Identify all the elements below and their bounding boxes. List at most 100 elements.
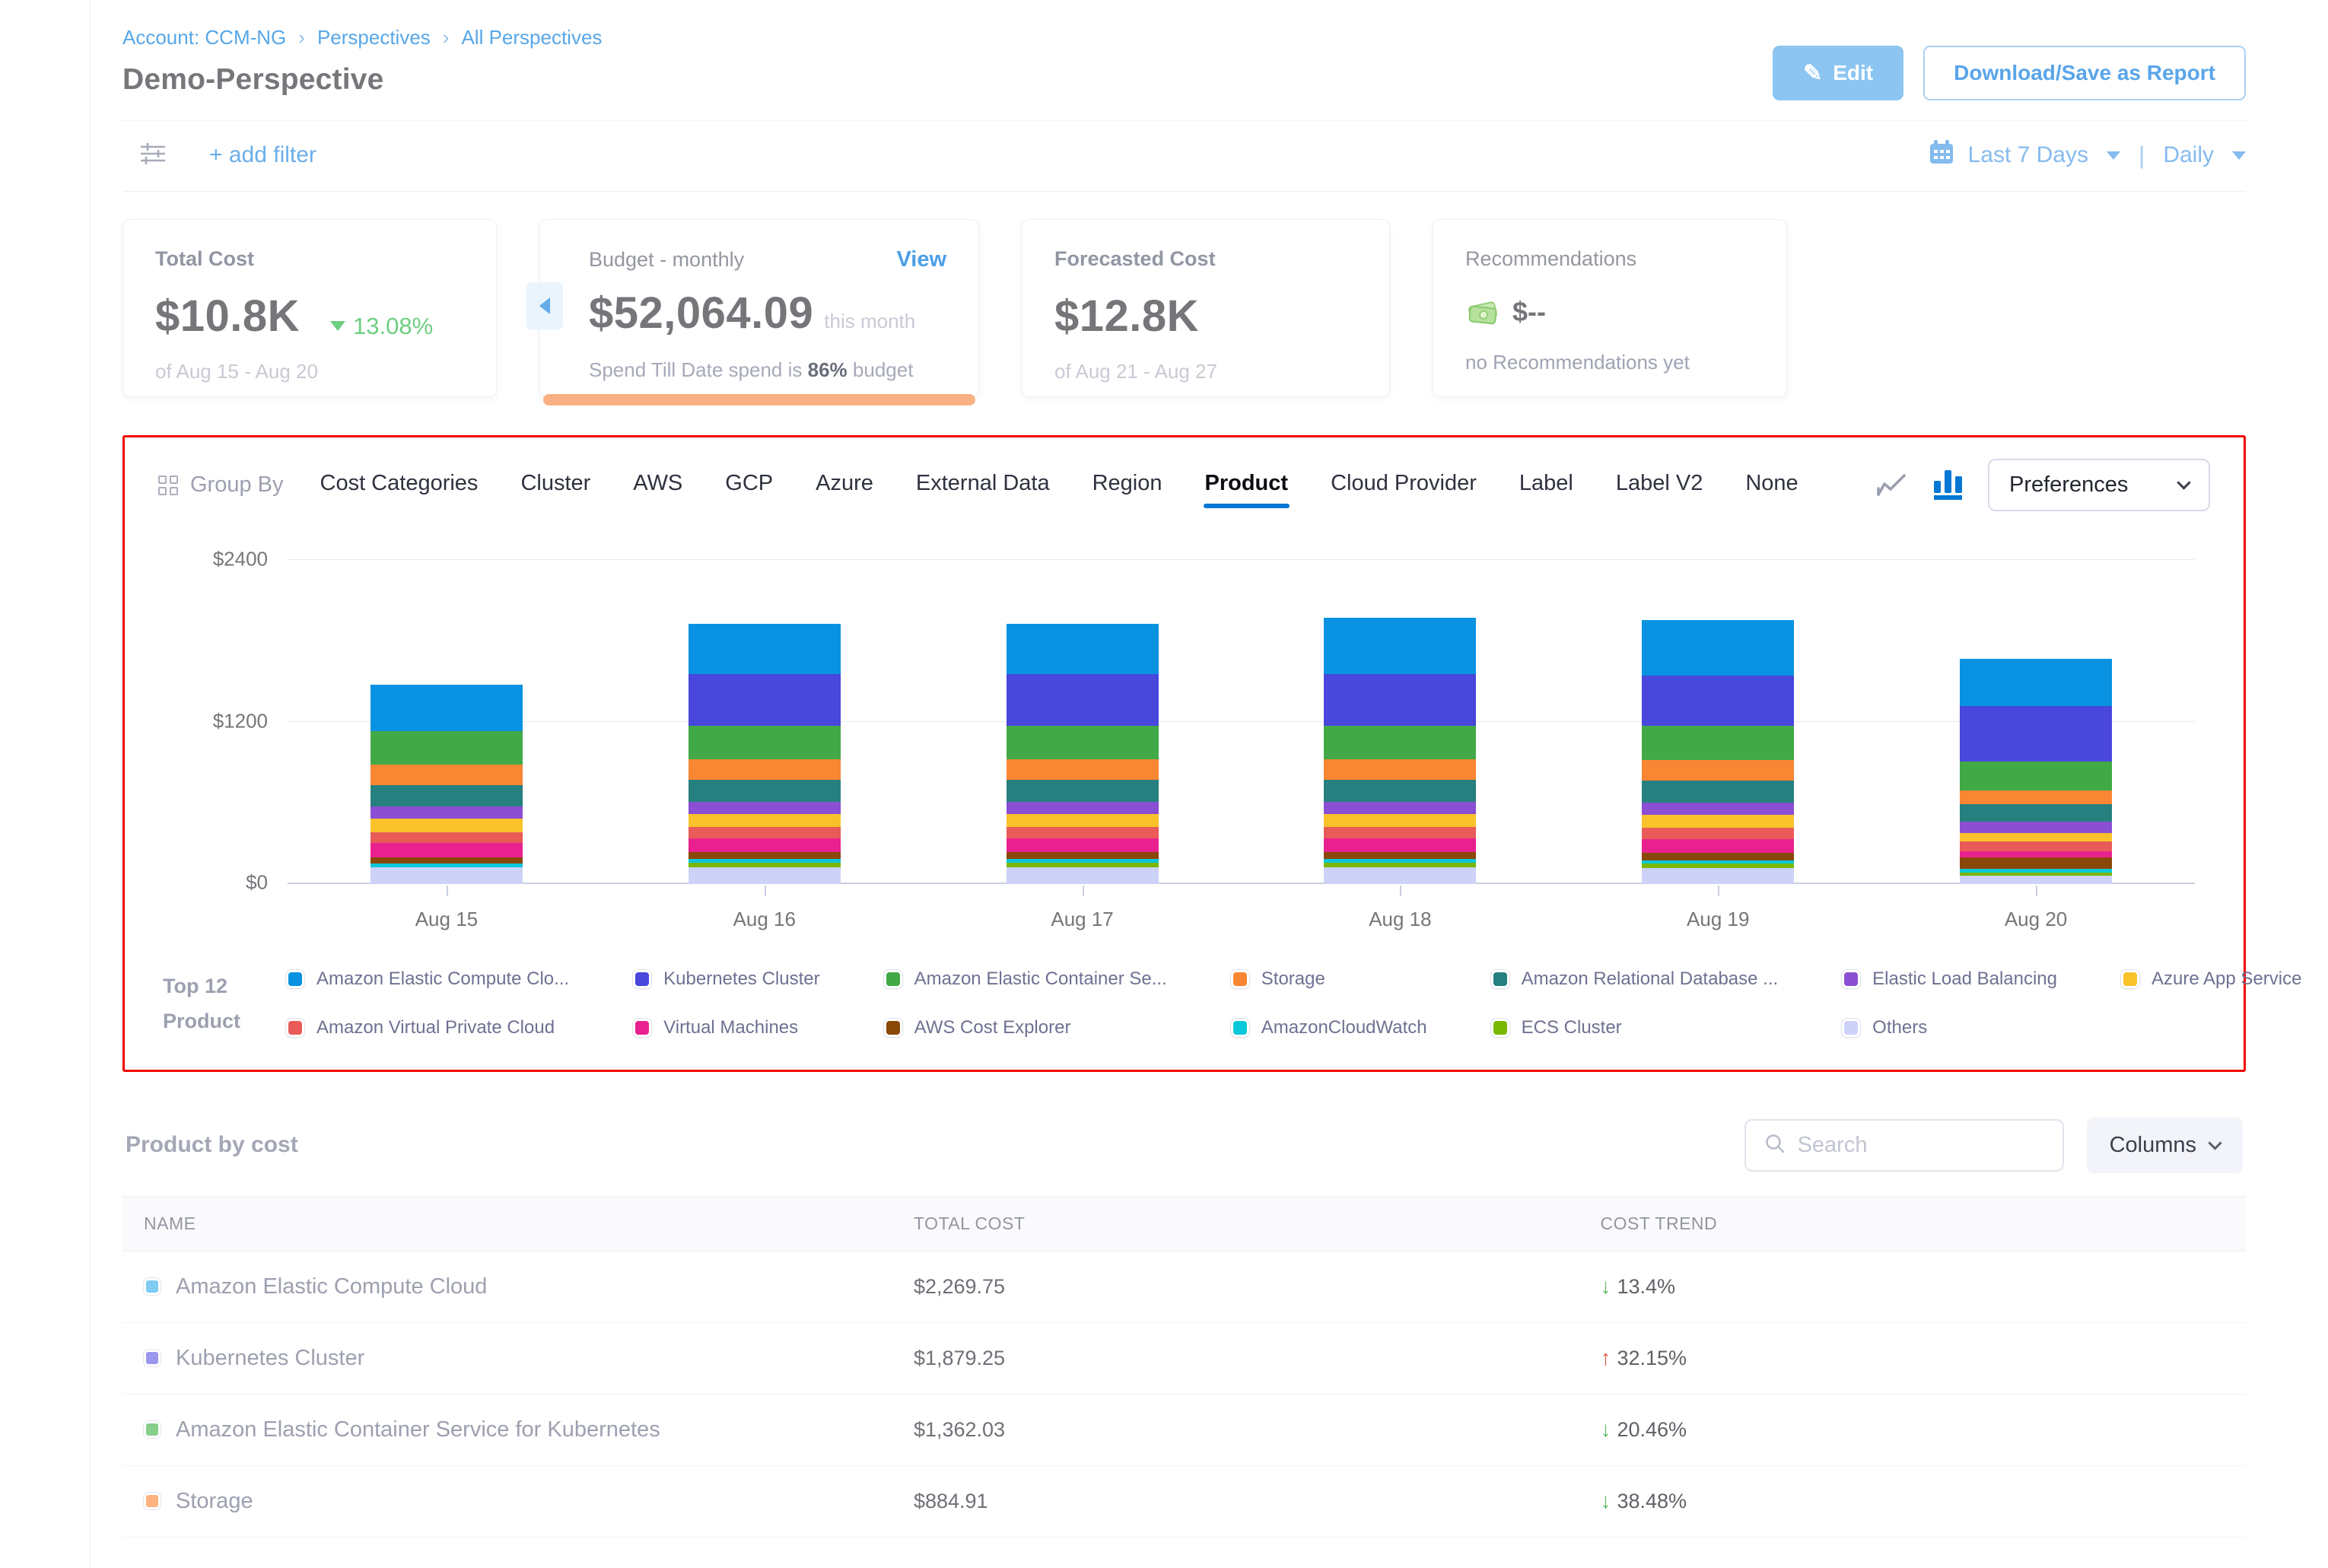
bar-segment[interactable] (689, 624, 841, 674)
stacked-bar-aug-17[interactable] (1007, 624, 1159, 884)
bar-segment[interactable] (689, 674, 841, 725)
bar-segment[interactable] (371, 867, 523, 884)
legend-item[interactable]: ECS Cluster (1491, 1017, 1779, 1038)
bar-segment[interactable] (1007, 802, 1159, 814)
bar-segment[interactable] (1642, 815, 1794, 829)
bar-segment[interactable] (689, 867, 841, 884)
bar-segment[interactable] (1324, 867, 1476, 884)
bar-segment[interactable] (371, 832, 523, 843)
columns-button[interactable]: Columns (2087, 1118, 2243, 1173)
legend-item[interactable]: Amazon Relational Database ... (1491, 968, 1779, 990)
group-by-tab-external-data[interactable]: External Data (914, 463, 1051, 507)
stacked-bar-aug-18[interactable] (1324, 618, 1476, 884)
legend-item[interactable]: Kubernetes Cluster (633, 968, 819, 990)
bar-segment[interactable] (371, 685, 523, 730)
breadcrumb-link[interactable]: Account: CCM-NG (122, 26, 286, 49)
bar-segment[interactable] (371, 785, 523, 806)
table-row[interactable]: Amazon Elastic Compute Cloud$2,269.75↓13… (122, 1252, 2246, 1323)
table-row[interactable]: Amazon Elastic Container Service for Kub… (122, 1395, 2246, 1466)
bar-segment[interactable] (1007, 759, 1159, 781)
bar-segment[interactable] (1324, 852, 1476, 859)
bar-segment[interactable] (1007, 780, 1159, 801)
bar-segment[interactable] (1642, 760, 1794, 781)
group-by-tab-cost-categories[interactable]: Cost Categories (319, 463, 480, 507)
budget-view-link[interactable]: View (896, 247, 946, 272)
legend-item[interactable]: Amazon Elastic Container Se... (884, 968, 1167, 990)
bar-segment[interactable] (1642, 726, 1794, 759)
bar-segment[interactable] (1324, 838, 1476, 853)
bar-segment[interactable] (1324, 674, 1476, 725)
group-by-tab-label-v2[interactable]: Label V2 (1614, 463, 1705, 507)
bar-segment[interactable] (1642, 839, 1794, 854)
bar-segment[interactable] (689, 780, 841, 801)
bar-segment[interactable] (689, 827, 841, 838)
product-name-cell[interactable]: Storage (144, 1489, 914, 1514)
legend-item[interactable]: Amazon Virtual Private Cloud (286, 1017, 569, 1038)
bar-segment[interactable] (1960, 822, 2112, 832)
bar-segment[interactable] (689, 838, 841, 853)
bar-segment[interactable] (1324, 759, 1476, 781)
bar-segment[interactable] (371, 857, 523, 864)
group-by-tab-gcp[interactable]: GCP (724, 463, 774, 507)
group-by-tab-aws[interactable]: AWS (631, 463, 684, 507)
bar-segment[interactable] (1007, 827, 1159, 838)
bar-segment[interactable] (1324, 726, 1476, 759)
legend-item[interactable]: AWS Cost Explorer (884, 1017, 1167, 1038)
bar-segment[interactable] (371, 819, 523, 832)
bar-segment[interactable] (689, 802, 841, 814)
bar-segment[interactable] (371, 765, 523, 785)
group-by-tab-product[interactable]: Product (1204, 463, 1290, 507)
product-name-cell[interactable]: Amazon Elastic Container Service for Kub… (144, 1417, 914, 1442)
bar-segment[interactable] (1960, 857, 2112, 868)
bar-segment[interactable] (1007, 624, 1159, 674)
stacked-bar-aug-19[interactable] (1642, 620, 1794, 884)
bar-segment[interactable] (1960, 804, 2112, 822)
product-name-cell[interactable]: Kubernetes Cluster (144, 1346, 914, 1371)
add-filter-button[interactable]: + add filter (209, 142, 316, 168)
bar-segment[interactable] (1324, 814, 1476, 828)
bar-segment[interactable] (1960, 706, 2112, 762)
breadcrumb-link[interactable]: All Perspectives (461, 26, 602, 49)
bar-segment[interactable] (1960, 841, 2112, 851)
bar-segment[interactable] (1007, 867, 1159, 884)
group-by-tab-cluster[interactable]: Cluster (519, 463, 592, 507)
table-row[interactable]: Kubernetes Cluster$1,879.25↑32.15% (122, 1323, 2246, 1395)
bar-segment[interactable] (689, 759, 841, 781)
legend-item[interactable]: Elastic Load Balancing (1842, 968, 2057, 990)
bar-segment[interactable] (1007, 674, 1159, 725)
bar-segment[interactable] (689, 726, 841, 759)
bar-segment[interactable] (1960, 851, 2112, 857)
table-row[interactable]: Storage$884.91↓38.48% (122, 1466, 2246, 1538)
legend-item[interactable]: Amazon Elastic Compute Clo... (286, 968, 569, 990)
bar-segment[interactable] (1642, 828, 1794, 838)
preferences-dropdown[interactable]: Preferences (1988, 459, 2210, 511)
time-range-dropdown[interactable]: Last 7 Days (1968, 142, 2088, 168)
legend-item[interactable]: Others (1842, 1017, 2057, 1038)
bar-segment[interactable] (371, 731, 523, 765)
bar-segment[interactable] (371, 806, 523, 819)
bar-segment[interactable] (1960, 876, 2112, 884)
product-name-cell[interactable]: Amazon Elastic Compute Cloud (144, 1274, 914, 1299)
group-by-tab-label[interactable]: Label (1518, 463, 1575, 507)
line-chart-toggle-icon[interactable] (1876, 472, 1908, 499)
bar-segment[interactable] (1007, 852, 1159, 859)
legend-item[interactable]: AmazonCloudWatch (1231, 1017, 1427, 1038)
bar-segment[interactable] (1642, 620, 1794, 676)
group-by-tab-none[interactable]: None (1744, 463, 1799, 507)
group-by-tab-cloud-provider[interactable]: Cloud Provider (1329, 463, 1478, 507)
bar-segment[interactable] (1007, 814, 1159, 828)
group-by-tab-azure[interactable]: Azure (814, 463, 875, 507)
breadcrumb-link[interactable]: Perspectives (317, 26, 431, 49)
bar-segment[interactable] (689, 814, 841, 828)
stacked-bar-aug-16[interactable] (689, 624, 841, 884)
bar-segment[interactable] (1960, 762, 2112, 790)
legend-item[interactable]: Azure App Service (2121, 968, 2301, 990)
bar-segment[interactable] (371, 843, 523, 857)
bar-segment[interactable] (1007, 838, 1159, 853)
bar-segment[interactable] (1642, 853, 1794, 860)
bar-segment[interactable] (1642, 676, 1794, 727)
bar-segment[interactable] (1007, 726, 1159, 759)
bar-chart-toggle-icon[interactable] (1934, 470, 1962, 500)
stacked-bar-aug-15[interactable] (371, 685, 523, 884)
bar-segment[interactable] (1960, 833, 2112, 842)
